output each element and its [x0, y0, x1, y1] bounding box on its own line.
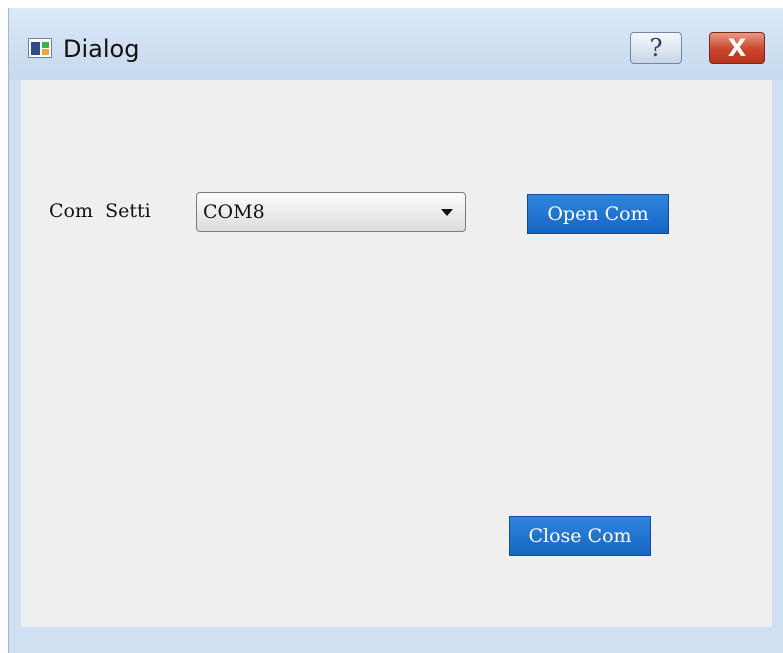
com-port-selected-value: COM8: [203, 201, 265, 223]
icon-pane-bottom-right: [42, 49, 49, 55]
com-port-select[interactable]: COM8: [196, 192, 466, 232]
window-title: Dialog: [63, 35, 140, 63]
close-window-button[interactable]: X: [709, 32, 765, 64]
title-bar[interactable]: Dialog ? X: [9, 8, 783, 80]
help-button[interactable]: ?: [630, 32, 682, 64]
open-com-button[interactable]: Open Com: [527, 194, 669, 234]
icon-pane-left: [31, 42, 40, 55]
dialog-client-area: Com Setti COM8 Open Com Close Com: [21, 80, 772, 627]
dialog-window-icon: [28, 38, 52, 58]
chevron-down-icon: [441, 209, 453, 216]
dialog-window: Dialog ? X Com Setti COM8 Open Com Close…: [8, 8, 783, 653]
com-settings-label: Com Setti: [49, 200, 151, 222]
icon-pane-top-right: [42, 42, 49, 48]
close-com-button[interactable]: Close Com: [509, 516, 651, 556]
